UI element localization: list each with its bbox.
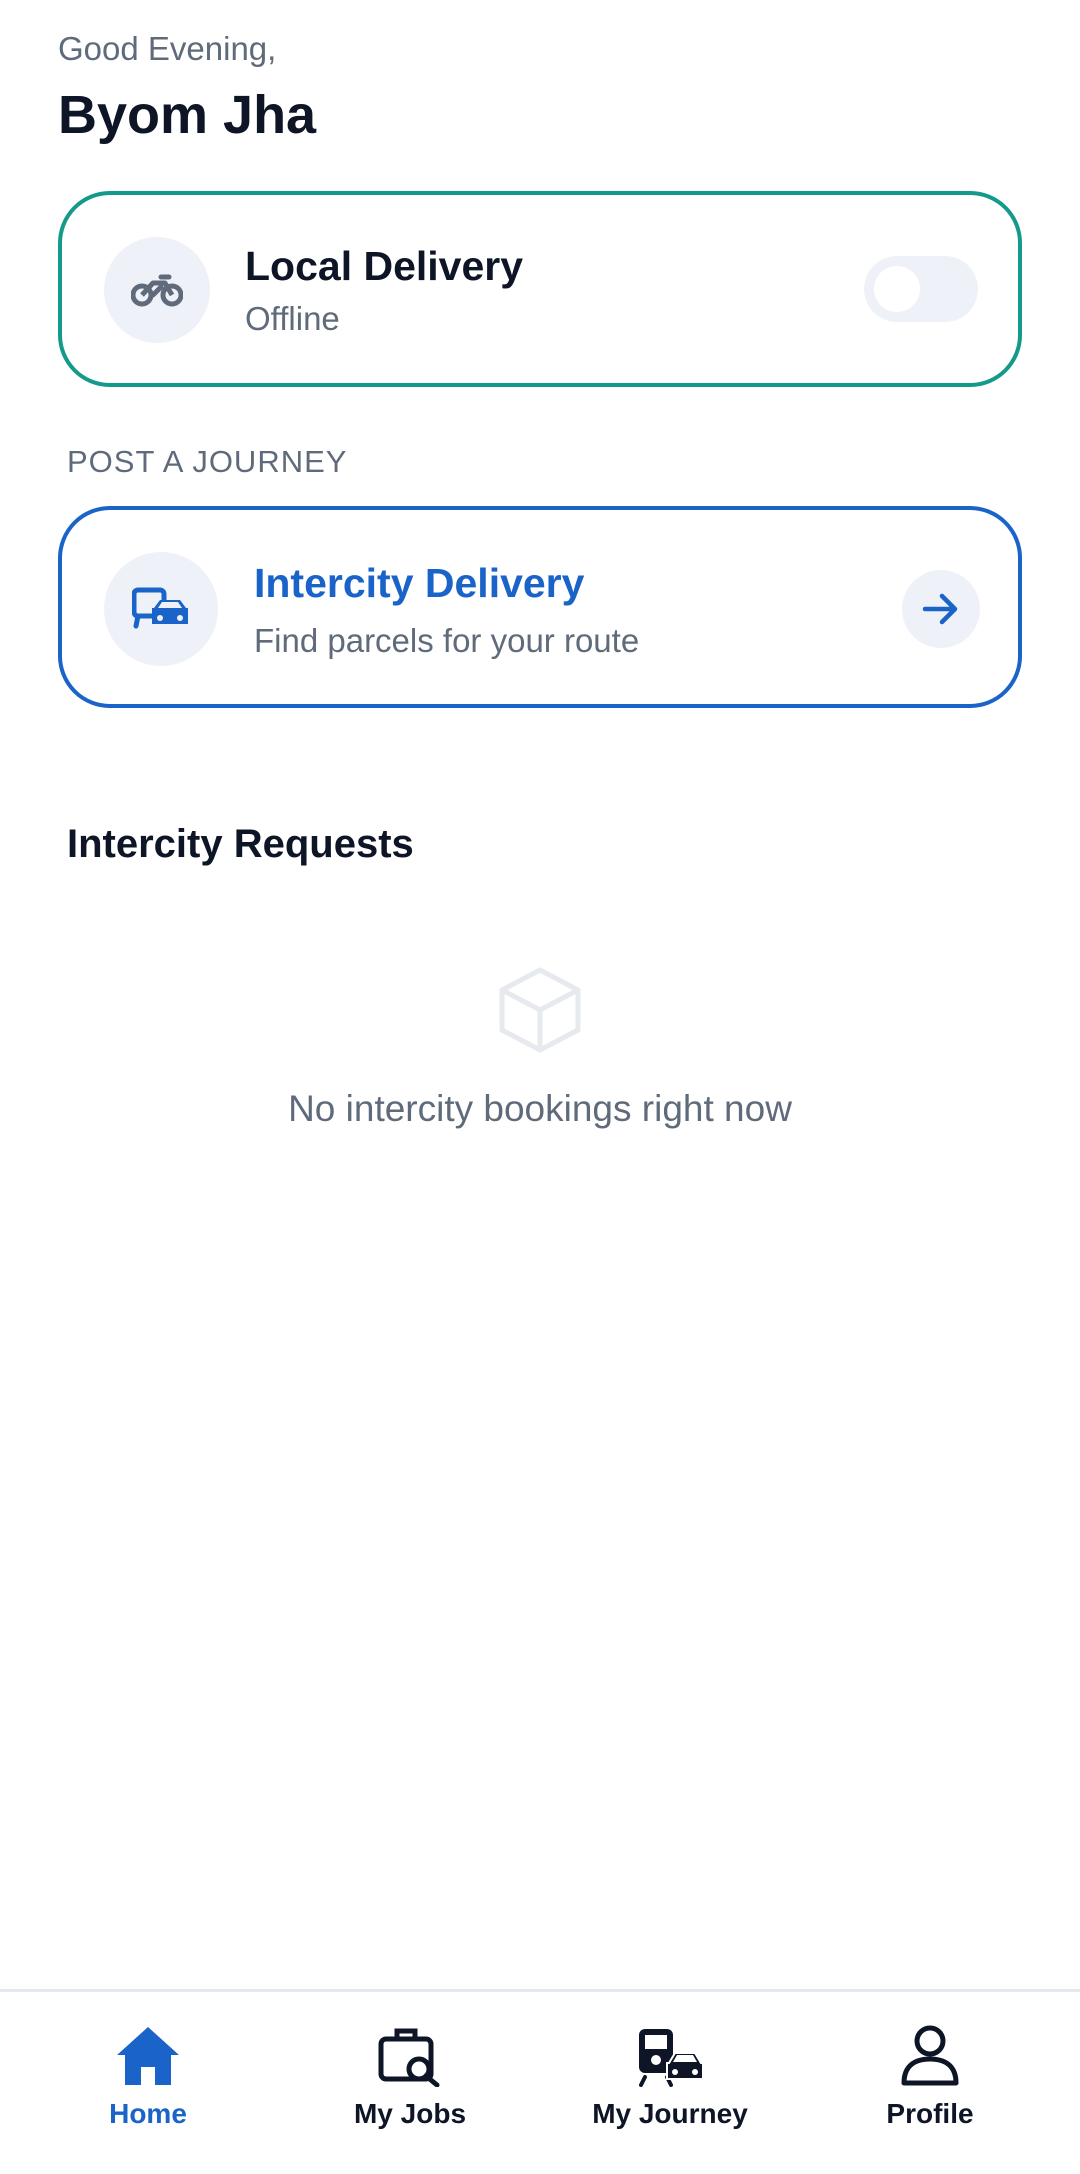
nav-my-journey-label: My Journey: [592, 2098, 748, 2129]
nav-profile-label: Profile: [886, 2098, 974, 2129]
local-delivery-title: Local Delivery: [245, 243, 524, 289]
motorbike-icon: [104, 237, 210, 343]
intercity-delivery-card[interactable]: Intercity Delivery Find parcels for your…: [58, 506, 1022, 708]
greeting-text: Good Evening,: [58, 30, 277, 67]
local-delivery-status: Offline: [245, 300, 340, 337]
nav-home[interactable]: Home: [18, 1992, 278, 2174]
nav-my-jobs[interactable]: My Jobs: [280, 1992, 540, 2174]
briefcase-search-icon: [280, 2025, 540, 2093]
user-name: Byom Jha: [58, 85, 317, 145]
user-icon: [800, 2025, 1060, 2093]
local-delivery-card: Local Delivery Offline: [58, 191, 1022, 387]
nav-my-journey[interactable]: My Journey: [540, 1992, 800, 2174]
post-journey-label: POST A JOURNEY: [67, 444, 348, 479]
intercity-delivery-subtitle: Find parcels for your route: [254, 622, 640, 659]
bottom-nav: Home My Jobs My Journey Profile: [0, 1989, 1080, 2174]
intercity-delivery-title: Intercity Delivery: [254, 560, 585, 606]
home-icon: [18, 2025, 278, 2093]
empty-state-text: No intercity bookings right now: [288, 1088, 792, 1129]
nav-home-label: Home: [109, 2098, 187, 2129]
nav-my-jobs-label: My Jobs: [353, 2098, 467, 2129]
bus-car-icon: [104, 552, 218, 666]
toggle-knob: [874, 266, 920, 312]
online-toggle[interactable]: [864, 256, 978, 322]
arrow-right-icon[interactable]: [902, 570, 980, 648]
home-screen: Good Evening, Byom Jha Local Delivery Of…: [0, 0, 1080, 2174]
train-car-icon: [540, 2025, 800, 2093]
package-box-icon: [496, 964, 584, 1056]
nav-profile[interactable]: Profile: [800, 1992, 1060, 2174]
intercity-requests-title: Intercity Requests: [67, 822, 414, 866]
